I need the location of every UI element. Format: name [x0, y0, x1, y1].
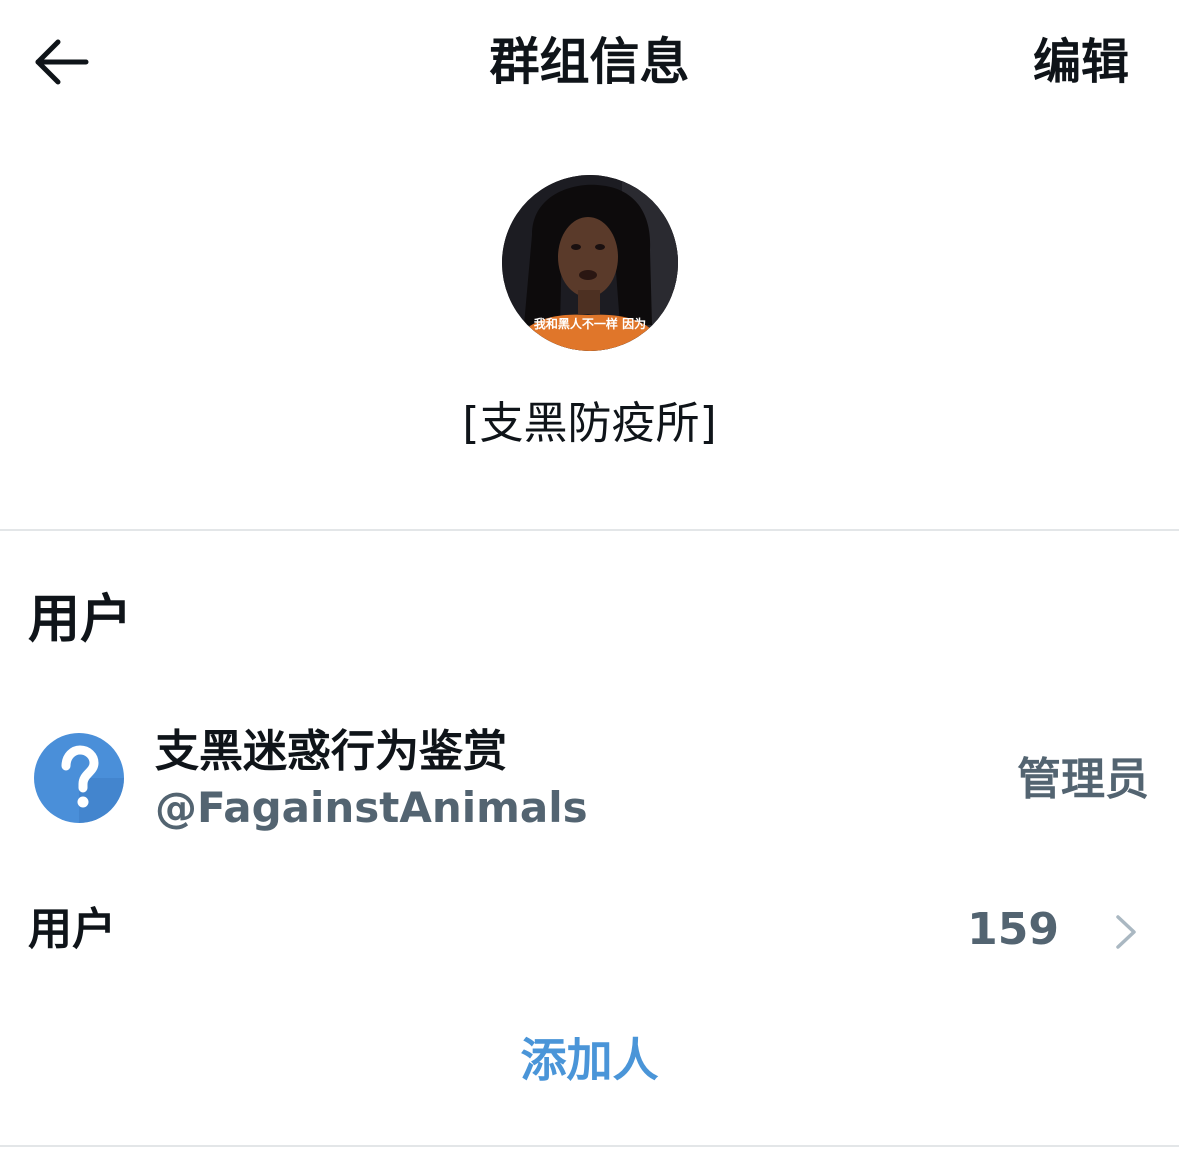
chevron-right-icon — [1113, 912, 1139, 952]
member-row[interactable]: 支黑迷惑行为鉴赏 @FagainstAnimals 管理员 — [0, 700, 1179, 850]
add-people-button[interactable]: 添加人 — [0, 1030, 1179, 1090]
users-row-label: 用户 — [28, 904, 116, 955]
avatar-caption: 我和黑人不一样 因为 — [533, 317, 647, 331]
bottom-divider — [0, 1145, 1179, 1147]
group-avatar[interactable]: 我和黑人不一样 因为 — [502, 175, 678, 351]
users-section-heading: 用户 — [28, 590, 133, 650]
top-bar: 群组信息 编辑 — [0, 0, 1179, 120]
page-title: 群组信息 — [489, 33, 690, 91]
edit-button[interactable]: 编辑 — [1033, 30, 1129, 94]
question-mark-icon — [34, 733, 124, 823]
users-count: 159 — [967, 904, 1059, 955]
users-count-row[interactable]: 用户 159 — [0, 890, 1179, 974]
member-handle: @FagainstAnimals — [155, 783, 588, 832]
section-divider — [0, 529, 1179, 531]
group-name: [支黑防疫所] — [462, 398, 717, 449]
member-avatar — [33, 732, 125, 824]
member-display-name: 支黑迷惑行为鉴赏 — [155, 726, 507, 777]
member-role-badge: 管理员 — [1017, 754, 1149, 805]
